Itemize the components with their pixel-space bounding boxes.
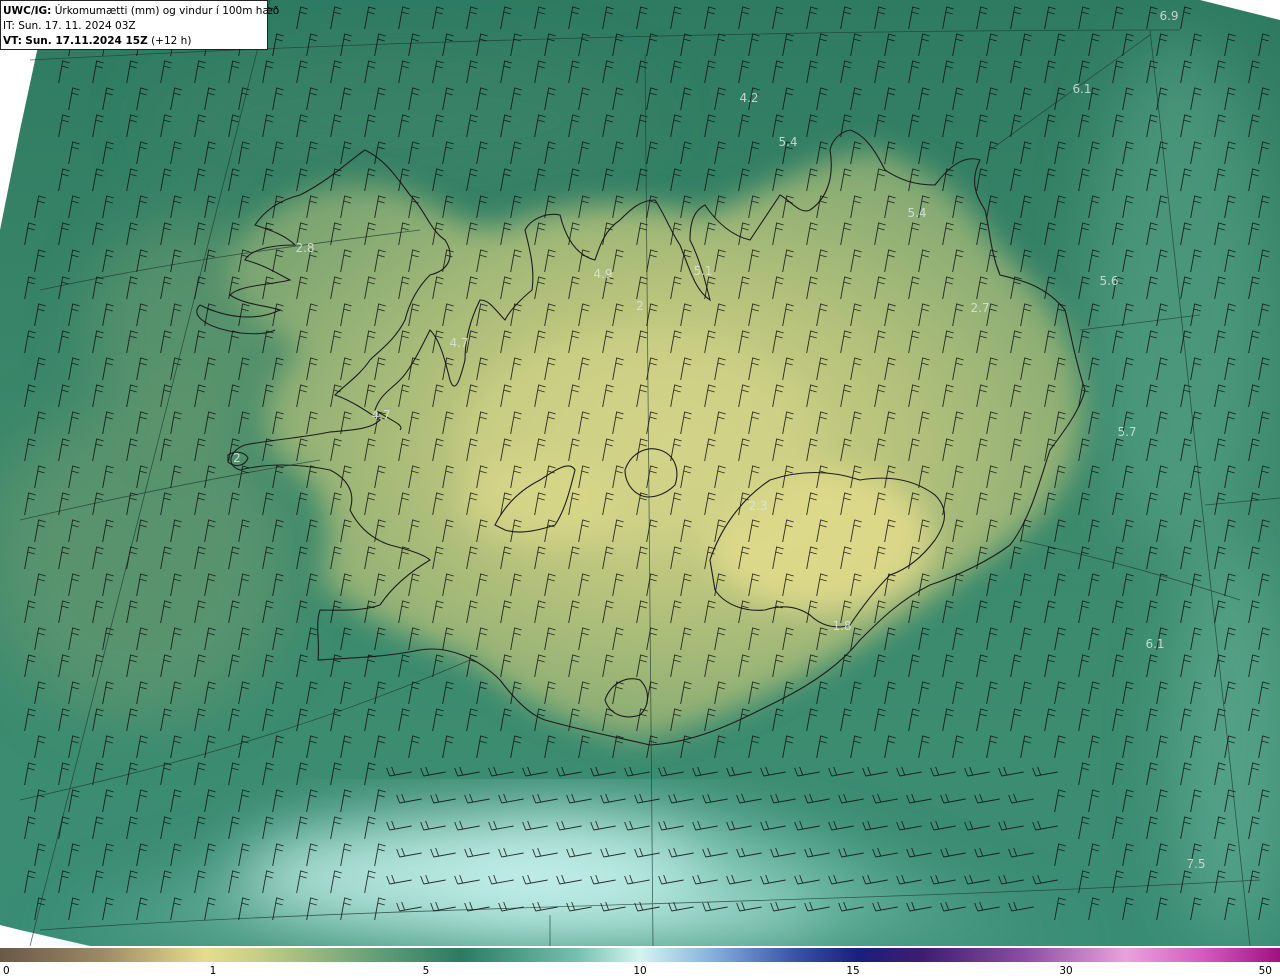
valid-prefix: VT:	[3, 35, 22, 47]
lead-time: (+12 h)	[151, 35, 192, 47]
model-name: UWC/IG:	[3, 5, 52, 17]
colorbar-tick-label: 0	[3, 965, 10, 977]
value-label: 5.1	[693, 264, 712, 278]
value-label: 4.7	[371, 408, 390, 422]
colorbar-tick-label: 50	[1259, 965, 1272, 977]
colorbar-tick-label: 15	[846, 965, 859, 977]
initial-time: IT: Sun. 17. 11. 2024 03Z	[3, 20, 136, 32]
value-label: 6.9	[1159, 9, 1178, 23]
forecast-map: 6.9 4.2 6.1 5.4 5.4 2.8 4.9 5.1 5.6 2.7 2 4.7 4.7 5.7…	[0, 0, 1280, 978]
colorbar-tick-label: 10	[633, 965, 646, 977]
value-label: 4.9	[593, 267, 612, 281]
value-label: 2.8	[295, 241, 314, 255]
value-label: 6.1	[1145, 637, 1164, 651]
value-label: 5.7	[1117, 425, 1136, 439]
value-label: 4.7	[449, 336, 468, 350]
colorbar: 0 1 5 10 15 30 50	[0, 946, 1280, 978]
value-label: 5.4	[778, 135, 797, 149]
colorbar-tick-label: 1	[210, 965, 217, 977]
value-label: 2	[233, 451, 241, 465]
valid-time-line: VT: Sun. 17.11.2024 15Z (+12 h)	[3, 34, 267, 49]
value-label: 2	[636, 299, 644, 313]
value-label: 5.4	[907, 206, 926, 220]
value-label: 6.1	[1072, 82, 1091, 96]
title-line: UWC/IG: Úrkomumætti (mm) og vindur í 100…	[3, 4, 279, 19]
colorbar-gradient	[0, 948, 1280, 962]
colorbar-tick-label: 30	[1059, 965, 1072, 977]
value-label: 7.5	[1186, 857, 1205, 871]
value-label: 5.6	[1099, 274, 1118, 288]
value-label: 1.8	[832, 619, 851, 633]
colorbar-tick-label: 5	[423, 965, 430, 977]
value-label: 2.7	[970, 301, 989, 315]
weather-map-viewer: 6.9 4.2 6.1 5.4 5.4 2.8 4.9 5.1 5.6 2.7 2 4.7 4.7 5.7…	[0, 0, 1280, 978]
map-title: Úrkomumætti (mm) og vindur í 100m hæð	[54, 5, 280, 17]
map-info-box: UWC/IG: Úrkomumætti (mm) og vindur í 100…	[0, 0, 279, 50]
value-label: 2.3	[748, 499, 767, 513]
value-label: 4.2	[739, 91, 758, 105]
valid-time: Sun. 17.11.2024 15Z	[25, 35, 148, 47]
